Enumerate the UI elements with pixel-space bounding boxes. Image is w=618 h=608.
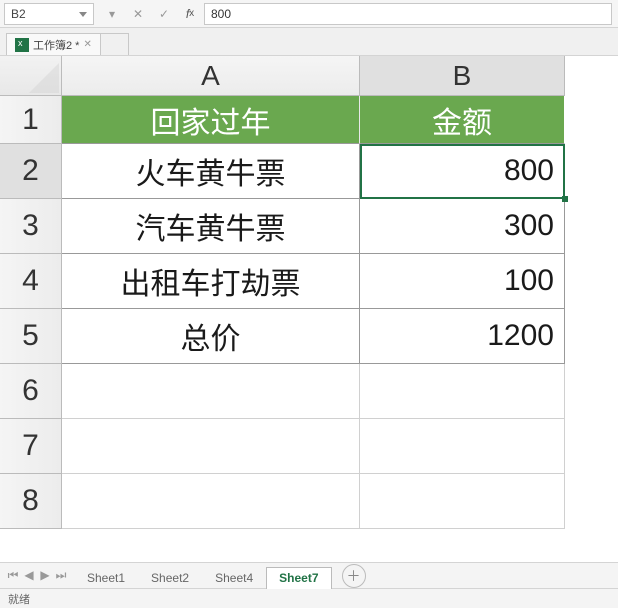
- cell-A5[interactable]: 总价: [62, 309, 360, 364]
- formula-value: 800: [211, 7, 231, 21]
- cell-A7[interactable]: [62, 419, 360, 474]
- name-box[interactable]: B2: [4, 3, 94, 25]
- sheet-nav: ⏮ ◀ ▶ ⏭: [0, 568, 74, 583]
- cell-A3[interactable]: 汽车黄牛票: [62, 199, 360, 254]
- sheet-tab[interactable]: Sheet2: [138, 567, 202, 589]
- nav-last-icon[interactable]: ⏭: [54, 568, 68, 583]
- cell-B3[interactable]: 300: [360, 199, 565, 254]
- row-headers: 1 2 3 4 5 6 7 8: [0, 96, 62, 529]
- chevron-down-icon[interactable]: [79, 12, 87, 17]
- row-header-1[interactable]: 1: [0, 96, 62, 144]
- cell-B4[interactable]: 100: [360, 254, 565, 309]
- cell-B5[interactable]: 1200: [360, 309, 565, 364]
- cell-A1[interactable]: 回家过年: [62, 96, 360, 144]
- row-header-5[interactable]: 5: [0, 309, 62, 364]
- doc-tab-spacer: [101, 33, 129, 55]
- cell-B1[interactable]: 金额: [360, 96, 565, 144]
- status-bar: 就绪: [0, 588, 618, 608]
- row-header-7[interactable]: 7: [0, 419, 62, 474]
- nav-prev-icon[interactable]: ◀: [22, 568, 36, 583]
- sheet-tab[interactable]: Sheet7: [266, 567, 331, 589]
- name-box-value: B2: [11, 7, 26, 21]
- cell-A6[interactable]: [62, 364, 360, 419]
- row-header-4[interactable]: 4: [0, 254, 62, 309]
- enter-icon[interactable]: ✓: [152, 3, 176, 25]
- doc-tab-strip: 工作簿2 * ✕: [0, 28, 618, 56]
- doc-tab-title: 工作簿2 *: [33, 37, 79, 53]
- formula-bar: B2 ▾ ✕ ✓ fx 800: [0, 0, 618, 28]
- expand-icon[interactable]: ▾: [100, 3, 124, 25]
- cell-B2[interactable]: 800: [360, 144, 565, 199]
- close-icon[interactable]: ✕: [83, 39, 91, 50]
- row-header-2[interactable]: 2: [0, 144, 62, 199]
- row-header-3[interactable]: 3: [0, 199, 62, 254]
- cell-B8[interactable]: [360, 474, 565, 529]
- sheet-tab-bar: ⏮ ◀ ▶ ⏭ Sheet1 Sheet2 Sheet4 Sheet7 ＋: [0, 562, 618, 588]
- cell-A2[interactable]: 火车黄牛票: [62, 144, 360, 199]
- cell-B6[interactable]: [360, 364, 565, 419]
- nav-first-icon[interactable]: ⏮: [6, 568, 20, 583]
- status-text: 就绪: [8, 594, 30, 606]
- nav-next-icon[interactable]: ▶: [38, 568, 52, 583]
- grid-area: A B 1 2 3 4 5 6 7 8 回家过年 金额 火车黄牛票 800 汽车…: [0, 56, 618, 562]
- sheet-tab[interactable]: Sheet1: [74, 567, 138, 589]
- column-headers: A B: [62, 56, 618, 96]
- row-header-6[interactable]: 6: [0, 364, 62, 419]
- sheet-tab[interactable]: Sheet4: [202, 567, 266, 589]
- cell-A8[interactable]: [62, 474, 360, 529]
- col-header-A[interactable]: A: [62, 56, 360, 96]
- excel-icon: [15, 38, 29, 52]
- cell-A4[interactable]: 出租车打劫票: [62, 254, 360, 309]
- fill-handle[interactable]: [562, 196, 568, 202]
- cancel-icon[interactable]: ✕: [126, 3, 150, 25]
- cell-B7[interactable]: [360, 419, 565, 474]
- col-header-B[interactable]: B: [360, 56, 565, 96]
- add-sheet-button[interactable]: ＋: [342, 564, 366, 588]
- row-header-8[interactable]: 8: [0, 474, 62, 529]
- doc-tab[interactable]: 工作簿2 * ✕: [6, 33, 101, 55]
- cells: 回家过年 金额 火车黄牛票 800 汽车黄牛票 300 出租车打劫票 100 总…: [62, 96, 565, 529]
- formula-bar-buttons: ▾ ✕ ✓ fx: [100, 3, 202, 25]
- formula-input[interactable]: 800: [204, 3, 612, 25]
- fx-icon[interactable]: fx: [178, 3, 202, 25]
- select-all-corner[interactable]: [0, 56, 62, 96]
